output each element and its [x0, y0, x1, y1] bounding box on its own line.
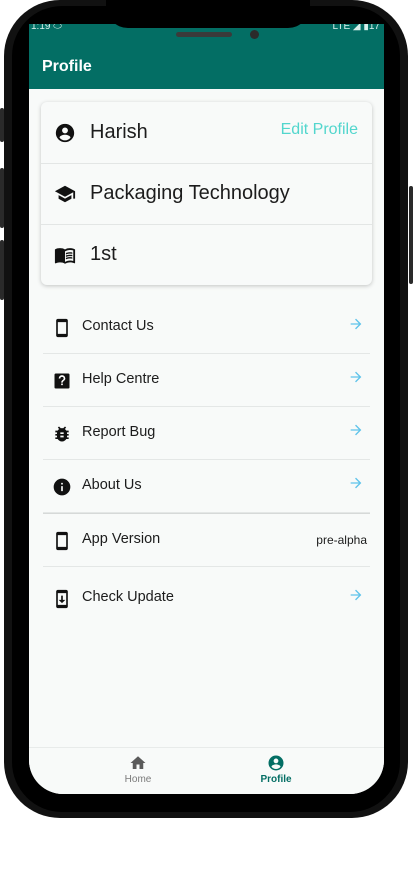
arrow-forward-icon	[350, 424, 362, 436]
phone-notch	[106, 0, 310, 28]
profile-year: 1st	[90, 243, 117, 265]
profile-name: Harish	[90, 121, 148, 143]
side-button-volume-up	[0, 168, 4, 228]
list-item-about-us[interactable]: About Us	[43, 460, 370, 513]
list-item-label: Check Update	[82, 589, 174, 605]
list-item-label: Contact Us	[82, 318, 154, 334]
arrow-forward-icon	[350, 589, 362, 601]
bottom-navigation: Home Profile	[29, 747, 384, 794]
home-icon	[130, 756, 146, 769]
app-version-value: pre-alpha	[316, 533, 367, 547]
edit-profile-link[interactable]: Edit Profile	[281, 121, 358, 139]
phone-speaker	[176, 32, 232, 37]
settings-list: Contact Us Help Centre Report Bug About …	[43, 301, 370, 629]
list-item-app-version: App Version pre-alpha	[43, 513, 370, 567]
list-item-contact-us[interactable]: Contact Us	[43, 301, 370, 354]
side-button-power	[409, 186, 413, 284]
phone-camera	[250, 30, 259, 39]
arrow-forward-icon	[350, 477, 362, 489]
status-time: 1:19 ⬭	[31, 24, 62, 32]
page-title: Profile	[42, 58, 92, 75]
menu-book-icon	[54, 248, 76, 264]
profile-name-row: Harish Edit Profile	[41, 102, 372, 164]
info-icon	[53, 478, 71, 496]
list-item-label: Report Bug	[82, 424, 156, 440]
nav-item-home[interactable]: Home	[98, 754, 178, 785]
help-icon	[54, 373, 70, 389]
profile-course: Packaging Technology	[90, 182, 290, 204]
nav-label-home: Home	[124, 774, 152, 785]
smartphone-icon	[56, 531, 68, 551]
list-item-label: Help Centre	[82, 371, 160, 387]
list-item-check-update[interactable]: Check Update	[43, 567, 370, 629]
list-item-label: About Us	[82, 477, 142, 493]
arrow-forward-icon	[350, 371, 362, 383]
nav-label-profile: Profile	[260, 774, 292, 785]
school-icon	[54, 185, 76, 203]
list-item-report-bug[interactable]: Report Bug	[43, 407, 370, 460]
profile-year-row: 1st	[41, 224, 372, 285]
profile-card: Harish Edit Profile Packaging Technology…	[41, 102, 372, 285]
app-screen: 1:19 ⬭ LTE ◢ ▮17 Profile Harish Edit Pro…	[29, 24, 384, 794]
smartphone-icon	[56, 318, 68, 338]
profile-course-row: Packaging Technology	[41, 163, 372, 225]
list-item-label: App Version	[82, 531, 161, 547]
arrow-forward-icon	[350, 318, 362, 330]
status-icons: LTE ◢ ▮17	[332, 24, 380, 32]
account-icon	[268, 755, 284, 771]
list-item-help-centre[interactable]: Help Centre	[43, 354, 370, 407]
nav-item-profile[interactable]: Profile	[236, 754, 316, 785]
account-circle-icon	[55, 123, 75, 143]
side-button-mute	[0, 108, 4, 142]
side-button-volume-down	[0, 240, 4, 300]
system-update-icon	[56, 589, 68, 609]
bug-icon	[55, 426, 69, 442]
